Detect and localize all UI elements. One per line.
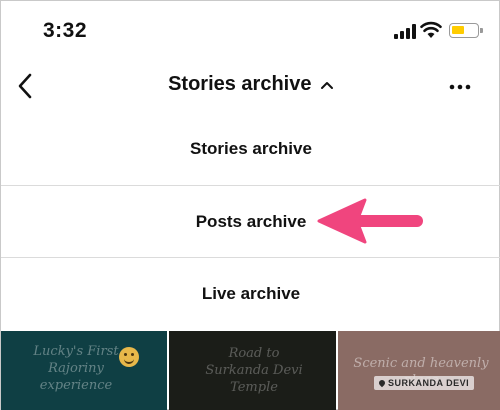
location-label: SURKANDA DEVI — [388, 378, 470, 388]
archive-thumbnail[interactable]: Scenic and heavenly place SURKANDA DEVI — [338, 331, 500, 410]
smiley-emoji-icon — [119, 347, 139, 367]
archive-type-selector[interactable]: Stories archive — [1, 73, 500, 96]
thumbnail-caption: Road to Surkanda Devi Temple — [205, 346, 303, 395]
battery-icon — [449, 23, 483, 38]
thumbnail-caption: Lucky's First Rajoriny experience — [33, 344, 119, 393]
menu-item-label: Stories archive — [190, 139, 312, 158]
annotation-arrow-icon — [317, 198, 423, 244]
archive-menu: Stories archive Posts archive Live archi… — [1, 113, 500, 329]
location-pin-icon — [377, 378, 387, 388]
location-badge: SURKANDA DEVI — [374, 376, 475, 390]
menu-item-live-archive[interactable]: Live archive — [1, 257, 500, 329]
archive-thumbnail[interactable]: Lucky's First Rajoriny experience — [1, 331, 167, 410]
wifi-icon — [420, 21, 442, 38]
archive-thumbnail-grid: Lucky's First Rajoriny experience Road t… — [1, 331, 500, 410]
more-horizontal-icon[interactable] — [449, 83, 471, 91]
status-bar: 3:32 — [1, 1, 500, 63]
nav-header: Stories archive — [1, 63, 500, 111]
page-title: Stories archive — [168, 73, 312, 95]
chevron-up-icon — [320, 81, 333, 89]
battery-level — [452, 26, 464, 34]
menu-item-label: Live archive — [201, 283, 301, 303]
menu-item-label: Posts archive — [195, 211, 307, 231]
status-time: 3:32 — [43, 19, 88, 42]
screen: 3:32 Stories archive Stories archive Pos… — [0, 0, 500, 410]
archive-thumbnail[interactable]: Road to Surkanda Devi Temple — [169, 331, 336, 410]
menu-item-stories-archive[interactable]: Stories archive — [1, 113, 500, 185]
cellular-signal-icon — [394, 23, 416, 39]
menu-item-posts-archive[interactable]: Posts archive — [1, 185, 500, 257]
